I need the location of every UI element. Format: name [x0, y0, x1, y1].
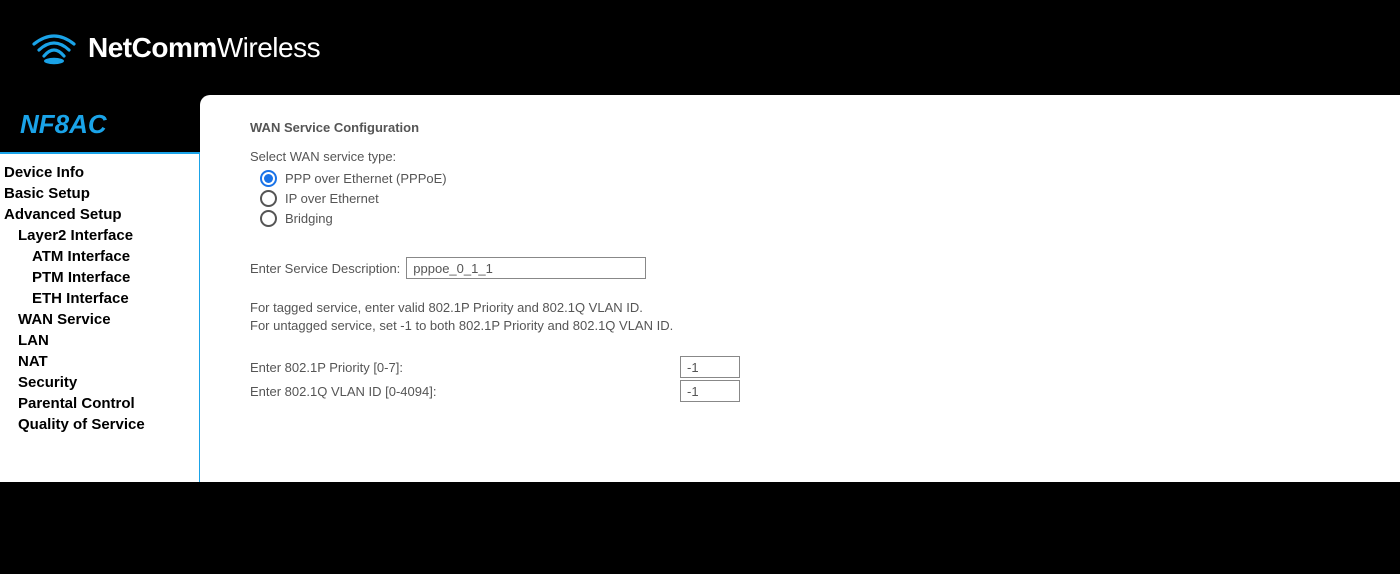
tag-hint: For tagged service, enter valid 802.1P P… — [250, 299, 1360, 334]
nav-eth-interface[interactable]: ETH Interface — [0, 288, 199, 309]
radio-option-pppoe[interactable]: PPP over Ethernet (PPPoE) — [260, 170, 1360, 187]
nav-atm-interface[interactable]: ATM Interface — [0, 246, 199, 267]
header: NetCommWireless — [0, 0, 1400, 95]
service-description-label: Enter Service Description: — [250, 261, 400, 276]
hint-line-1: For tagged service, enter valid 802.1P P… — [250, 299, 1360, 317]
service-description-row: Enter Service Description: — [250, 257, 1360, 279]
brand-logo: NetCommWireless — [30, 30, 320, 66]
radio-label: IP over Ethernet — [285, 191, 379, 206]
wan-type-radio-group: PPP over Ethernet (PPPoE) IP over Ethern… — [250, 170, 1360, 227]
vlan-input[interactable] — [680, 380, 740, 402]
nav-layer2-interface[interactable]: Layer2 Interface — [0, 225, 199, 246]
footer-strip — [0, 482, 1400, 574]
priority-label: Enter 802.1P Priority [0-7]: — [250, 360, 680, 375]
radio-label: PPP over Ethernet (PPPoE) — [285, 171, 447, 186]
nav-nat[interactable]: NAT — [0, 351, 199, 372]
nav-wan-service[interactable]: WAN Service — [0, 309, 199, 330]
nav-basic-setup[interactable]: Basic Setup — [0, 183, 199, 204]
nav-lan[interactable]: LAN — [0, 330, 199, 351]
nav-quality-of-service[interactable]: Quality of Service — [0, 414, 199, 435]
brand-light: Wireless — [217, 32, 320, 63]
page-title: WAN Service Configuration — [250, 120, 1360, 135]
brand-bold: NetComm — [88, 32, 217, 63]
select-wan-label: Select WAN service type: — [250, 149, 1360, 164]
radio-icon — [260, 170, 277, 187]
radio-icon — [260, 210, 277, 227]
brand-text: NetCommWireless — [88, 32, 320, 64]
vlan-label: Enter 802.1Q VLAN ID [0-4094]: — [250, 384, 680, 399]
radio-icon — [260, 190, 277, 207]
nav-device-info[interactable]: Device Info — [0, 162, 199, 183]
nav-advanced-setup[interactable]: Advanced Setup — [0, 204, 199, 225]
nav-security[interactable]: Security — [0, 372, 199, 393]
nav-ptm-interface[interactable]: PTM Interface — [0, 267, 199, 288]
priority-input[interactable] — [680, 356, 740, 378]
radio-label: Bridging — [285, 211, 333, 226]
wifi-icon — [30, 30, 78, 66]
radio-option-ipoe[interactable]: IP over Ethernet — [260, 190, 1360, 207]
radio-option-bridging[interactable]: Bridging — [260, 210, 1360, 227]
service-description-input[interactable] — [406, 257, 646, 279]
hint-line-2: For untagged service, set -1 to both 802… — [250, 317, 1360, 335]
nav-parental-control[interactable]: Parental Control — [0, 393, 199, 414]
priority-row: Enter 802.1P Priority [0-7]: — [250, 356, 1360, 378]
vlan-row: Enter 802.1Q VLAN ID [0-4094]: — [250, 380, 1360, 402]
model-label: NF8AC — [0, 95, 200, 154]
